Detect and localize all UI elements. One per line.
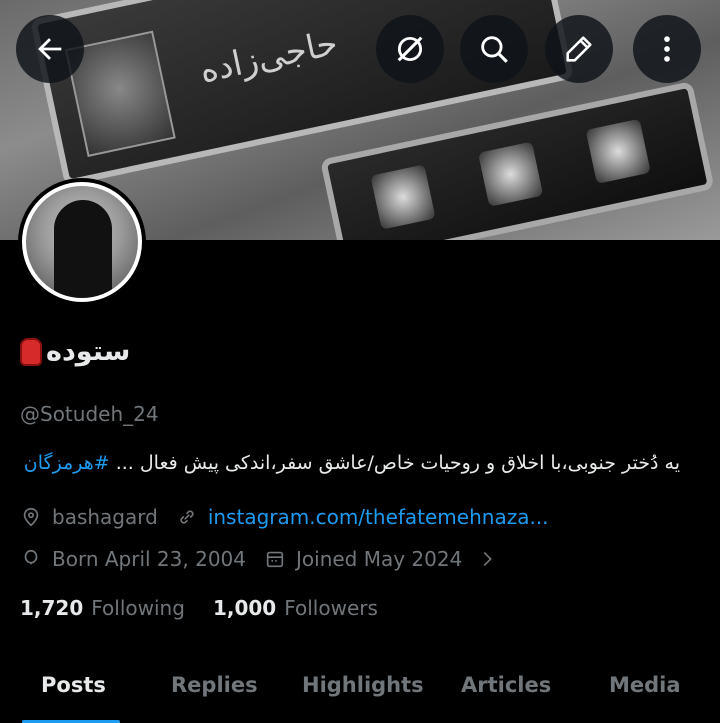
calendar-icon [266,551,284,568]
bio-hashtag[interactable]: #هرمزگان [24,452,110,474]
avatar-figure [54,200,112,298]
arrow-left-icon [38,38,62,60]
following-link[interactable]: 1,720 Following [20,596,185,620]
meta-row-location: bashagard instagram.com/thefatemehnaza..… [20,505,549,529]
banner-badge [370,164,436,230]
chevron-right-icon[interactable] [476,548,498,570]
bio-text: یه دُختر جنوبی،با اخلاق و روحیات خاص/عاش… [109,452,680,474]
tab-media[interactable]: Media [609,673,681,697]
backpack-icon [20,337,42,366]
meta-row-dates: Born April 23, 2004 Joined May 2024 [20,547,498,571]
grok-button[interactable] [376,15,444,83]
profile-tabs: Posts Replies Highlights Articles Media [0,665,720,723]
tab-replies[interactable]: Replies [171,673,258,697]
joined-text: Joined May 2024 [296,547,463,571]
tab-highlights[interactable]: Highlights [302,673,424,697]
back-button[interactable] [16,15,84,83]
banner-badge [585,118,651,184]
following-count: 1,720 [20,596,84,620]
display-name-text: ستوده [46,336,131,367]
edit-button[interactable] [545,15,613,83]
avatar-image [22,182,142,302]
following-label: Following [91,596,185,620]
location-pin-icon [23,507,39,527]
user-handle: @Sotudeh_24 [20,402,159,426]
location-text: bashagard [52,505,158,529]
followers-link[interactable]: 1,000 Followers [213,596,378,620]
balloon-icon [24,549,38,566]
banner-plate-text: حاجی‌زاده [196,23,342,92]
bio: یه دُختر جنوبی،با اخلاق و روحیات خاص/عاش… [20,452,680,474]
search-icon [481,36,508,63]
display-name: ستوده [20,336,130,367]
followers-label: Followers [284,596,378,620]
tab-articles[interactable]: Articles [461,673,551,697]
search-button[interactable] [460,15,528,83]
follow-counts: 1,720 Following 1,000 Followers [20,596,378,620]
more-button[interactable] [633,15,701,83]
grok-icon [397,36,423,62]
birthday-text: Born April 23, 2004 [52,547,246,571]
banner-badge [477,141,544,207]
more-vertical-icon [664,36,670,62]
website-link[interactable]: instagram.com/thefatemehnaza... [208,505,549,529]
link-icon [180,510,194,524]
avatar[interactable] [18,178,146,306]
tab-posts[interactable]: Posts [41,673,106,697]
pencil-icon [566,36,592,62]
followers-count: 1,000 [212,596,277,620]
